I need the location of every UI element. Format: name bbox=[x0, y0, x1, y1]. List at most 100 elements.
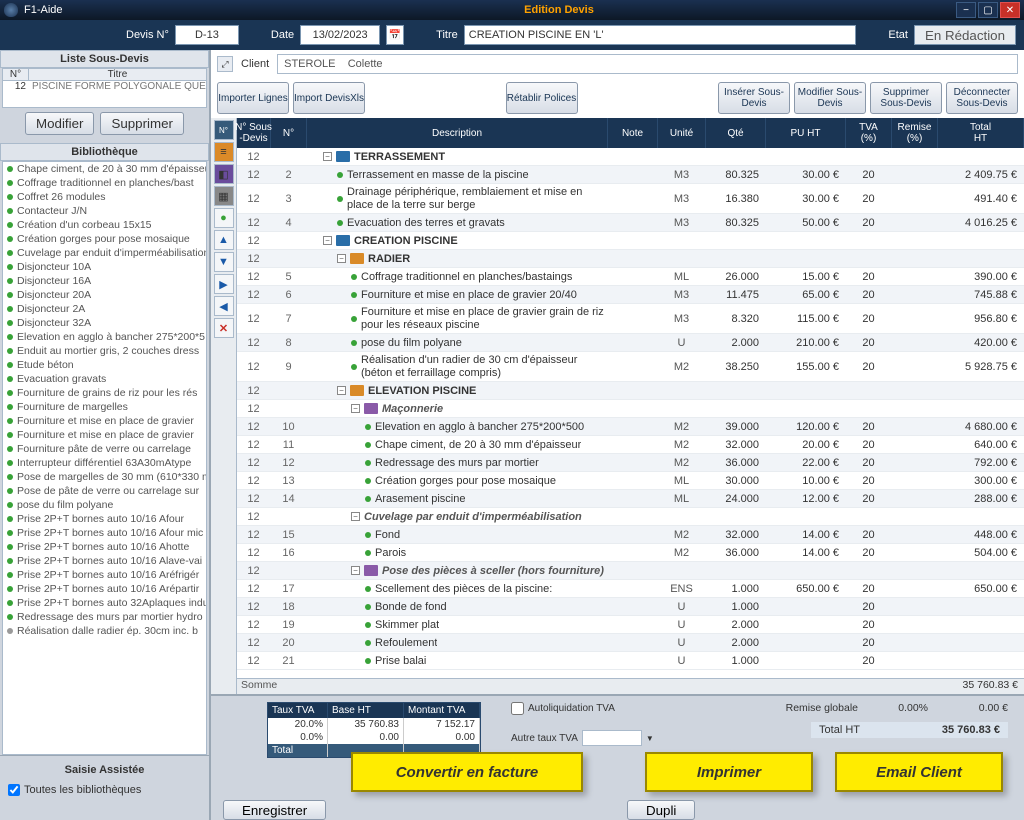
biblio-item[interactable]: Création d'un corbeau 15x15 bbox=[3, 218, 206, 232]
biblio-item[interactable]: Prise 2P+T bornes auto 10/16 Alave-vai bbox=[3, 554, 206, 568]
grid-row[interactable]: 124Evacuation des terres et gravatsM380.… bbox=[237, 214, 1024, 232]
tool-purple-icon[interactable]: ◧ bbox=[214, 164, 234, 184]
retablir-polices-button[interactable]: Rétablir Polices bbox=[506, 82, 578, 114]
biblio-item[interactable]: Cuvelage par enduit d'imperméabilisation bbox=[3, 246, 206, 260]
biblio-item[interactable]: Prise 2P+T bornes auto 10/16 Arépartir bbox=[3, 582, 206, 596]
imprimer-button[interactable]: Imprimer bbox=[645, 752, 813, 792]
biblio-item[interactable]: Fourniture et mise en place de gravier bbox=[3, 414, 206, 428]
tool-right-icon[interactable]: ▶ bbox=[214, 274, 234, 294]
biblio-item[interactable]: Réalisation dalle radier ép. 30cm inc. b bbox=[3, 624, 206, 638]
modifier-sousdevis-button[interactable]: Modifier Sous-Devis bbox=[794, 82, 866, 114]
biblio-item[interactable]: Disjoncteur 2A bbox=[3, 302, 206, 316]
biblio-item[interactable]: Fourniture pâte de verre ou carrelage bbox=[3, 442, 206, 456]
all-libs-checkbox[interactable]: Toutes les bibliothèques bbox=[8, 780, 201, 800]
tool-table-icon[interactable]: ▦ bbox=[214, 186, 234, 206]
biblio-item[interactable]: Elevation en agglo à bancher 275*200*5 bbox=[3, 330, 206, 344]
deconnecter-sousdevis-button[interactable]: Déconnecter Sous-Devis bbox=[946, 82, 1018, 114]
biblio-item[interactable]: Prise 2P+T bornes auto 10/16 Afour mic bbox=[3, 526, 206, 540]
grid-row[interactable]: 1216ParoisM236.00014.00 €20504.00 € bbox=[237, 544, 1024, 562]
grid-row[interactable]: 1215FondM232.00014.00 €20448.00 € bbox=[237, 526, 1024, 544]
grid-row[interactable]: 12−Maçonnerie bbox=[237, 400, 1024, 418]
grid-row[interactable]: 1217Scellement des pièces de la piscine:… bbox=[237, 580, 1024, 598]
biblio-item[interactable]: Chape ciment, de 20 à 30 mm d'épaisseur bbox=[3, 162, 206, 176]
biblio-item[interactable]: Contacteur J/N bbox=[3, 204, 206, 218]
enregistrer-button[interactable]: Enregistrer bbox=[223, 800, 326, 820]
grid-body[interactable]: 12−TERRASSEMENT122Terrassement en masse … bbox=[237, 148, 1024, 678]
biblio-item[interactable]: Disjoncteur 32A bbox=[3, 316, 206, 330]
close-button[interactable]: ✕ bbox=[1000, 2, 1020, 18]
etat-button[interactable]: En Rédaction bbox=[914, 25, 1016, 45]
grid-row[interactable]: 122Terrassement en masse de la piscineM3… bbox=[237, 166, 1024, 184]
biblio-item[interactable]: Interrupteur différentiel 63A30mAtype bbox=[3, 456, 206, 470]
autoliq-checkbox[interactable]: Autoliquidation TVA bbox=[511, 702, 615, 715]
biblio-item[interactable]: Fourniture de grains de riz pour les rés bbox=[3, 386, 206, 400]
tool-green-dot-icon[interactable]: ● bbox=[214, 208, 234, 228]
date-field[interactable] bbox=[300, 25, 380, 45]
biblio-item[interactable]: pose du film polyane bbox=[3, 498, 206, 512]
maximize-button[interactable]: ▢ bbox=[978, 2, 998, 18]
tool-down-icon[interactable]: ▼ bbox=[214, 252, 234, 272]
grid-row[interactable]: 126Fourniture et mise en place de gravie… bbox=[237, 286, 1024, 304]
grid-row[interactable]: 1214Arasement piscineML24.00012.00 €2028… bbox=[237, 490, 1024, 508]
biblio-item[interactable]: Coffrage traditionnel en planches/bast bbox=[3, 176, 206, 190]
grid-row[interactable]: 1211Chape ciment, de 20 à 30 mm d'épaiss… bbox=[237, 436, 1024, 454]
grid-row[interactable]: 1220RefoulementU2.00020 bbox=[237, 634, 1024, 652]
grid-row[interactable]: 12−RADIER bbox=[237, 250, 1024, 268]
biblio-item[interactable]: Pose de margelles de 30 mm (610*330 m bbox=[3, 470, 206, 484]
grid-row[interactable]: 125Coffrage traditionnel en planches/bas… bbox=[237, 268, 1024, 286]
grid-row[interactable]: 12−Cuvelage par enduit d'imperméabilisat… bbox=[237, 508, 1024, 526]
biblio-item[interactable]: Pose de pâte de verre ou carrelage sur bbox=[3, 484, 206, 498]
client-field[interactable] bbox=[277, 54, 1018, 74]
minimize-button[interactable]: − bbox=[956, 2, 976, 18]
autre-tva-input[interactable] bbox=[582, 730, 642, 746]
subdevis-list[interactable]: N° Titre 12 PISCINE FORME POLYGONALE QUE… bbox=[2, 68, 207, 108]
supprimer-sousdevis-button[interactable]: Supprimer Sous-Devis bbox=[870, 82, 942, 114]
grid-row[interactable]: 12−CREATION PISCINE bbox=[237, 232, 1024, 250]
grid-row[interactable]: 123Drainage périphérique, remblaiement e… bbox=[237, 184, 1024, 214]
dupliquer-button[interactable]: Dupli bbox=[627, 800, 695, 820]
biblio-item[interactable]: Création gorges pour pose mosaique bbox=[3, 232, 206, 246]
titre-field[interactable] bbox=[464, 25, 857, 45]
grid-row[interactable]: 12−TERRASSEMENT bbox=[237, 148, 1024, 166]
client-expand-icon[interactable]: ⤢ bbox=[217, 56, 233, 72]
biblio-item[interactable]: Disjoncteur 10A bbox=[3, 260, 206, 274]
grid-row[interactable]: 12−ELEVATION PISCINE bbox=[237, 382, 1024, 400]
biblio-item[interactable]: Prise 2P+T bornes auto 32Aplaques indu bbox=[3, 596, 206, 610]
import-devisxls-button[interactable]: Import DevisXls bbox=[293, 82, 365, 114]
biblio-item[interactable]: Coffret 26 modules bbox=[3, 190, 206, 204]
convertir-facture-button[interactable]: Convertir en facture bbox=[351, 752, 583, 792]
biblio-item[interactable]: Fourniture et mise en place de gravier bbox=[3, 428, 206, 442]
biblio-item[interactable]: Etude béton bbox=[3, 358, 206, 372]
grid-row[interactable]: 127Fourniture et mise en place de gravie… bbox=[237, 304, 1024, 334]
tool-unknown-1[interactable]: N° bbox=[214, 120, 234, 140]
biblio-item[interactable]: Evacuation gravats bbox=[3, 372, 206, 386]
grid-row[interactable]: 12−Pose des pièces à sceller (hors fourn… bbox=[237, 562, 1024, 580]
calendar-icon[interactable]: 📅 bbox=[386, 25, 404, 45]
grid-row[interactable]: 129Réalisation d'un radier de 30 cm d'ép… bbox=[237, 352, 1024, 382]
biblio-item[interactable]: Enduit au mortier gris, 2 couches dress bbox=[3, 344, 206, 358]
inserer-sousdevis-button[interactable]: Insérer Sous-Devis bbox=[718, 82, 790, 114]
grid-row[interactable]: 1212Redressage des murs par mortierM236.… bbox=[237, 454, 1024, 472]
tool-delete-icon[interactable]: ✕ bbox=[214, 318, 234, 338]
grid-row[interactable]: 1213Création gorges pour pose mosaiqueML… bbox=[237, 472, 1024, 490]
email-client-button[interactable]: Email Client bbox=[835, 752, 1003, 792]
subdevis-row[interactable]: 12 PISCINE FORME POLYGONALE QUELCON bbox=[3, 81, 206, 92]
import-lignes-button[interactable]: Importer Lignes bbox=[217, 82, 289, 114]
grid-row[interactable]: 1218Bonde de fondU1.00020 bbox=[237, 598, 1024, 616]
subdevis-supprimer-button[interactable]: Supprimer bbox=[100, 112, 183, 135]
biblio-item[interactable]: Prise 2P+T bornes auto 10/16 Aréfrigér bbox=[3, 568, 206, 582]
grid-row[interactable]: 1221Prise balaiU1.00020 bbox=[237, 652, 1024, 670]
grid-row[interactable]: 128pose du film polyaneU2.000210.00 €204… bbox=[237, 334, 1024, 352]
biblio-item[interactable]: Prise 2P+T bornes auto 10/16 Ahotte bbox=[3, 540, 206, 554]
biblio-list[interactable]: Chape ciment, de 20 à 30 mm d'épaisseurC… bbox=[2, 161, 207, 755]
biblio-item[interactable]: Prise 2P+T bornes auto 10/16 Afour bbox=[3, 512, 206, 526]
tool-up-icon[interactable]: ▲ bbox=[214, 230, 234, 250]
subdevis-modifier-button[interactable]: Modifier bbox=[25, 112, 94, 135]
devis-num-field[interactable] bbox=[175, 25, 239, 45]
grid-row[interactable]: 1219Skimmer platU2.00020 bbox=[237, 616, 1024, 634]
biblio-item[interactable]: Disjoncteur 16A bbox=[3, 274, 206, 288]
tool-gantt-icon[interactable]: ≡ bbox=[214, 142, 234, 162]
biblio-item[interactable]: Fourniture de margelles bbox=[3, 400, 206, 414]
grid-row[interactable]: 1210Elevation en agglo à bancher 275*200… bbox=[237, 418, 1024, 436]
tool-left-icon[interactable]: ◀ bbox=[214, 296, 234, 316]
